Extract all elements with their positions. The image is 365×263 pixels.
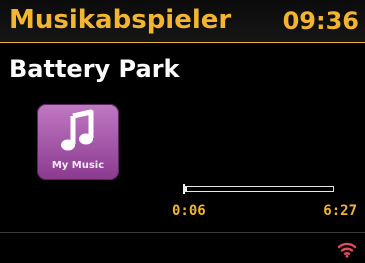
my-music-tile[interactable]: My Music bbox=[37, 104, 119, 180]
page-title: Musikabspieler bbox=[9, 5, 232, 35]
footer-divider bbox=[0, 232, 365, 233]
tile-label: My Music bbox=[51, 160, 105, 171]
music-note-icon bbox=[61, 109, 94, 151]
progress-fill bbox=[185, 187, 188, 191]
elapsed-time: 0:06 bbox=[172, 203, 206, 219]
clock: 09:36 bbox=[282, 7, 359, 35]
header-bar: Musikabspieler 09:36 bbox=[0, 0, 365, 43]
wifi-icon bbox=[337, 242, 357, 258]
total-time: 6:27 bbox=[323, 203, 357, 219]
progress-bar bbox=[184, 186, 334, 192]
track-title: Battery Park bbox=[9, 55, 180, 83]
music-player-screen: Musikabspieler 09:36 Battery Park My Mus… bbox=[0, 0, 365, 263]
